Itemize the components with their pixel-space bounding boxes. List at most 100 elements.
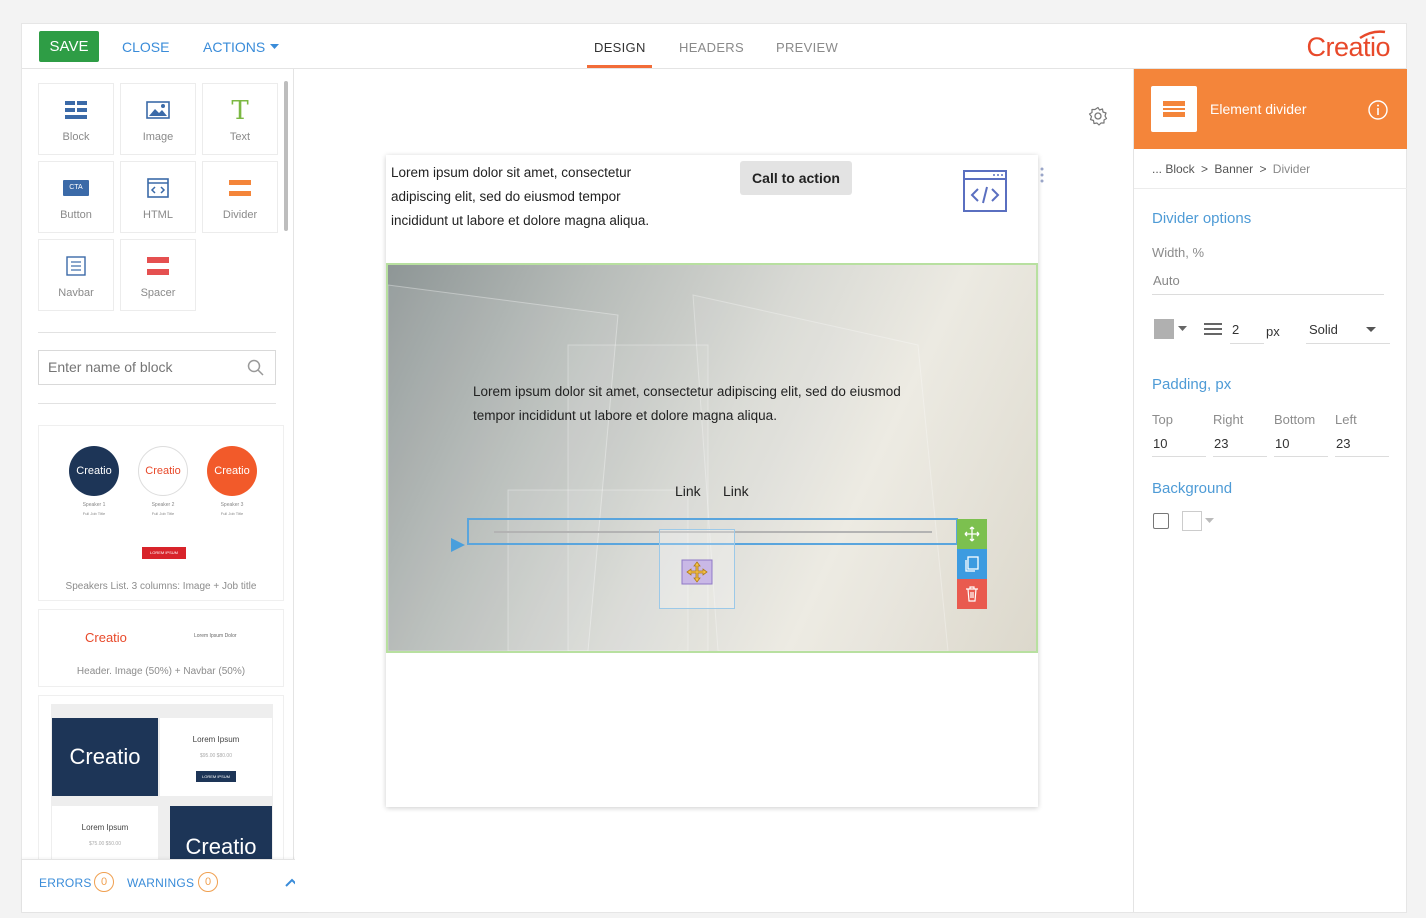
padding-heading: Padding, px [1152,376,1232,393]
speaker-name: Speaker 2 [151,502,175,508]
padding-top-label: Top [1152,412,1173,427]
padding-bottom-label: Bottom [1274,412,1316,427]
palette-tile-html[interactable]: HTML [120,161,196,233]
palette-tile-divider[interactable]: Divider [202,161,278,233]
caret-down-icon[interactable] [1205,518,1214,524]
active-tab-indicator [587,65,652,68]
divider [1134,188,1407,189]
template-logo: Creatio [85,630,127,645]
tile-label: Navbar [58,287,94,299]
tile-label: Block [62,131,90,143]
banner-link[interactable]: Link [723,483,749,499]
caret-down-icon[interactable] [1178,326,1187,332]
speaker-name: Speaker 3 [220,502,244,508]
padding-bottom-input[interactable]: 10 [1275,436,1289,451]
template-header-navbar[interactable]: Creatio Lorem Ipsum Dolor Header. Image … [38,609,284,687]
palette-tile-button[interactable]: CTA Button [38,161,114,233]
warnings-label[interactable]: WARNINGS [127,876,194,890]
line-style-select[interactable]: Solid [1309,322,1338,337]
template-title: Lorem Ipsum [81,823,129,832]
block-search-input[interactable] [48,359,238,375]
tab-preview[interactable]: PREVIEW [776,40,838,55]
line-color-swatch[interactable] [1154,319,1174,339]
move-element-button[interactable] [957,519,987,549]
close-button[interactable]: CLOSE [122,39,169,55]
palette-scrollbar[interactable] [284,81,288,231]
template-price: $95.00 $80.00 [200,753,232,759]
block-search [38,350,276,385]
background-checkbox[interactable] [1153,513,1169,529]
delete-element-button[interactable] [957,579,987,609]
actions-label: ACTIONS [203,39,266,55]
padding-right-input[interactable]: 23 [1214,436,1228,451]
actions-menu[interactable]: ACTIONS [203,39,280,55]
template-products[interactable]: Creatio Lorem Ipsum $95.00 $80.00 LOREM … [38,695,284,865]
info-icon[interactable] [1368,100,1388,120]
divider-options-heading: Divider options [1152,210,1252,227]
move-icon [964,526,980,542]
speaker-title: Full Job Title [220,511,244,516]
padding-top-input[interactable]: 10 [1153,436,1167,451]
banner-text[interactable]: Lorem ipsum dolor sit amet, consectetur … [473,380,943,428]
tile-label: Text [229,131,251,143]
template-circle: Creatio [138,446,188,496]
call-to-action-button[interactable]: Call to action [740,161,852,195]
template-nav: Lorem Ipsum Dolor [194,633,237,639]
thickness-input[interactable]: 2 [1232,322,1239,337]
breadcrumb-separator: > [1259,162,1267,176]
block-palette-panel: Block Image T Text CTA Button HTML Divid… [22,69,294,912]
email-page: Lorem ipsum dolor sit amet, consectetur … [386,155,1044,807]
search-icon[interactable] [247,359,265,377]
tile-label: HTML [143,209,173,221]
drag-move-icon[interactable] [681,559,713,585]
errors-label[interactable]: ERRORS [39,876,92,890]
inspector-header: Element divider [1134,69,1407,149]
element-inspector-panel: Element divider ... Block > Banner > Div… [1133,69,1407,912]
save-button[interactable]: SAVE [39,31,99,62]
palette-tile-block[interactable]: Block [38,83,114,155]
breadcrumb-item[interactable]: ... Block [1152,162,1195,176]
intro-text[interactable]: Lorem ipsum dolor sit amet, consectetur … [391,161,651,233]
divider [38,403,276,404]
template-logo: Creatio [52,718,158,796]
banner-link[interactable]: Link [675,483,701,499]
banner-block[interactable]: Lorem ipsum dolor sit amet, consectetur … [386,263,1038,653]
line-weight-icon [1204,323,1222,335]
breadcrumb-item[interactable]: Banner [1214,162,1253,176]
html-block-icon[interactable] [962,169,1008,213]
width-input[interactable]: Auto [1153,273,1180,288]
image-icon [146,101,170,119]
copy-element-button[interactable] [957,549,987,579]
palette-tile-navbar[interactable]: Navbar [38,239,114,311]
padding-left-label: Left [1335,412,1357,427]
tab-headers[interactable]: HEADERS [679,40,744,55]
more-options-icon[interactable] [1040,167,1044,185]
tab-design[interactable]: DESIGN [594,40,646,55]
speaker-title: Full Job Title [82,511,106,516]
email-designer-window: SAVE CLOSE ACTIONS DESIGN HEADERS PREVIE… [22,24,1407,912]
template-speakers-list[interactable]: Creatio Creatio Creatio Speaker 1 Speake… [38,425,284,601]
template-logo: Creatio [170,806,272,864]
gear-icon[interactable] [1088,106,1108,126]
template-price: $75.00 $50.00 [89,841,121,847]
palette-tile-spacer[interactable]: Spacer [120,239,196,311]
spacer-icon [147,257,169,275]
template-button: LOREM IPSUM [196,771,236,782]
top-toolbar: SAVE CLOSE ACTIONS DESIGN HEADERS PREVIE… [22,24,1406,69]
svg-text:T: T [231,98,249,122]
caret-down-icon[interactable] [1366,327,1376,333]
block-icon [65,101,87,119]
validation-bar: ERRORS 0 WARNINGS 0 [22,859,309,912]
drag-placeholder [659,529,735,609]
palette-tile-text[interactable]: T Text [202,83,278,155]
padding-right-label: Right [1213,412,1244,427]
background-heading: Background [1152,480,1233,497]
template-caption: Header. Image (50%) + Navbar (50%) [76,666,246,677]
tile-label: Divider [222,209,258,221]
speaker-title: Full Job Title [151,511,175,516]
palette-tile-image[interactable]: Image [120,83,196,155]
design-canvas: Lorem ipsum dolor sit amet, consectetur … [295,69,1133,912]
background-color-swatch[interactable] [1182,511,1202,531]
template-title: Lorem Ipsum [192,735,240,744]
padding-left-input[interactable]: 23 [1336,436,1350,451]
